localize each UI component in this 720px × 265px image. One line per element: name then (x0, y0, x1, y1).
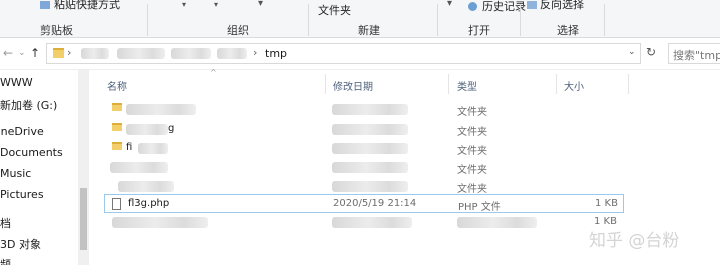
watermark: 知乎 @台粉 (589, 231, 680, 251)
file-date-redacted (332, 104, 408, 115)
group-divider (437, 4, 438, 36)
column-header-modified[interactable]: 修改日期 (333, 78, 373, 93)
group-divider (604, 4, 605, 36)
file-size: 1 KB (595, 198, 618, 209)
nav-item-onedrive[interactable]: OneDrive (0, 125, 44, 138)
table-row[interactable]: 文件夹 (104, 158, 624, 177)
file-name-redacted (112, 217, 208, 228)
file-type: 文件夹 (457, 127, 487, 138)
up-arrow-icon[interactable]: ↑ (30, 46, 40, 60)
address-bar[interactable]: › › tmp (46, 43, 641, 64)
file-name-redacted (118, 181, 174, 192)
group-label-clipboard: 剪贴板 (40, 24, 73, 37)
chevron-down-icon[interactable]: ▾ (182, 0, 186, 9)
group-divider (147, 4, 148, 36)
file-type: 文件夹 (457, 165, 487, 176)
file-date-redacted (332, 143, 408, 154)
search-input[interactable]: 搜索"tmp" (668, 43, 720, 64)
history-button[interactable]: 历史记录 (468, 0, 526, 14)
column-header-name[interactable]: 名称 (107, 78, 127, 93)
table-row-selected[interactable]: fl3g.php 2020/5/19 21:14 PHP 文件 1 KB (104, 194, 624, 213)
paste-shortcut-button[interactable]: 粘贴快捷方式 (40, 0, 120, 12)
refresh-icon[interactable]: ↻ (646, 45, 656, 59)
column-divider[interactable] (628, 74, 629, 94)
file-date-redacted (332, 181, 408, 192)
breadcrumb-segment[interactable] (117, 48, 165, 59)
nav-item-videos[interactable]: 视频 (0, 256, 11, 265)
back-arrow-icon[interactable]: ← (3, 46, 13, 60)
recent-locations-chevron-icon[interactable]: ⌄ (18, 48, 26, 58)
column-divider[interactable] (448, 74, 449, 94)
file-modified: 2020/5/19 21:14 (333, 198, 417, 209)
new-folder-button[interactable]: 文件夹 (318, 2, 351, 18)
file-name: g (168, 123, 175, 134)
breadcrumb-segment[interactable] (81, 48, 109, 59)
php-file-icon (112, 198, 121, 210)
file-name: fi (126, 142, 133, 153)
navigation-bar: ← ⌄ ↑ › › tmp ⌄ ↻ 搜索"tmp" (0, 38, 720, 70)
chevron-down-icon[interactable]: ▾ (214, 0, 218, 9)
navigation-pane: WWW 新加卷 (G:) OneDrive Documents Music Pi… (0, 70, 90, 265)
file-date-redacted (332, 217, 412, 228)
sort-ascending-icon: ^ (210, 68, 217, 77)
invert-selection-button[interactable]: 反向选择 (527, 0, 584, 12)
table-row[interactable]: 1 KB (104, 213, 624, 232)
group-label-organize: 组织 (227, 24, 249, 37)
table-row[interactable]: 文件夹 (104, 100, 624, 119)
group-divider (308, 4, 309, 36)
history-icon (468, 2, 477, 11)
nav-item-documents[interactable]: Documents (0, 146, 63, 159)
folder-icon (53, 48, 64, 58)
nav-item-drive-g[interactable]: 新加卷 (G:) (0, 97, 57, 113)
file-name-redacted (110, 162, 168, 173)
nav-item-pictures[interactable]: Pictures (0, 188, 44, 201)
breadcrumb-segment[interactable] (171, 48, 211, 59)
column-divider[interactable] (325, 74, 326, 94)
nav-item-www[interactable]: WWW (0, 76, 33, 89)
file-type: 文件夹 (457, 184, 487, 195)
file-type-redacted (457, 217, 537, 228)
group-label-select: 选择 (557, 24, 579, 37)
address-history-chevron-icon[interactable]: ⌄ (628, 47, 636, 57)
group-label-open: 打开 (468, 24, 490, 37)
nav-item-music[interactable]: Music (0, 167, 31, 180)
chevron-down-icon[interactable]: ▾ (258, 0, 263, 9)
file-type: 文件夹 (457, 146, 487, 157)
ribbon: 粘贴快捷方式 ▾ ▾ ▾ 文件夹 ▾ 历史记录 反向选择 剪贴板 组织 新建 打… (0, 0, 720, 38)
breadcrumb-segment[interactable] (217, 48, 247, 59)
table-row[interactable]: g 文件夹 (104, 120, 624, 139)
folder-icon (112, 123, 122, 131)
file-type: 文件夹 (457, 107, 487, 118)
paste-shortcut-label: 粘贴快捷方式 (54, 0, 120, 11)
table-row[interactable]: fi 文件夹 (104, 139, 624, 158)
breadcrumb-current-folder[interactable]: tmp (265, 47, 287, 60)
file-name-redacted (126, 104, 196, 115)
file-type: PHP 文件 (458, 202, 501, 213)
nav-pane-scrollbar-thumb[interactable] (80, 188, 87, 250)
breadcrumb-chevron-icon[interactable]: › (253, 46, 257, 59)
folder-icon (112, 142, 122, 150)
chevron-down-icon[interactable]: ▾ (447, 0, 452, 9)
file-date-redacted (332, 162, 408, 173)
file-name-redacted (126, 124, 168, 135)
group-label-new: 新建 (358, 24, 380, 37)
file-date-redacted (332, 124, 408, 135)
column-header-type[interactable]: 类型 (457, 78, 477, 93)
breadcrumb-chevron-icon[interactable]: › (67, 46, 71, 59)
group-divider (520, 4, 521, 36)
paste-shortcut-icon (40, 1, 50, 9)
column-header-size[interactable]: 大小 (564, 78, 584, 93)
file-name: fl3g.php (128, 198, 170, 209)
nav-item-3d-objects[interactable]: 3D 对象 (0, 236, 41, 252)
column-divider[interactable] (556, 74, 557, 94)
folder-icon (112, 103, 122, 111)
nav-item-documents-cn[interactable]: 文档 (0, 215, 11, 231)
file-name-redacted (138, 143, 168, 154)
invert-selection-icon (527, 1, 537, 9)
invert-selection-label: 反向选择 (540, 0, 584, 11)
